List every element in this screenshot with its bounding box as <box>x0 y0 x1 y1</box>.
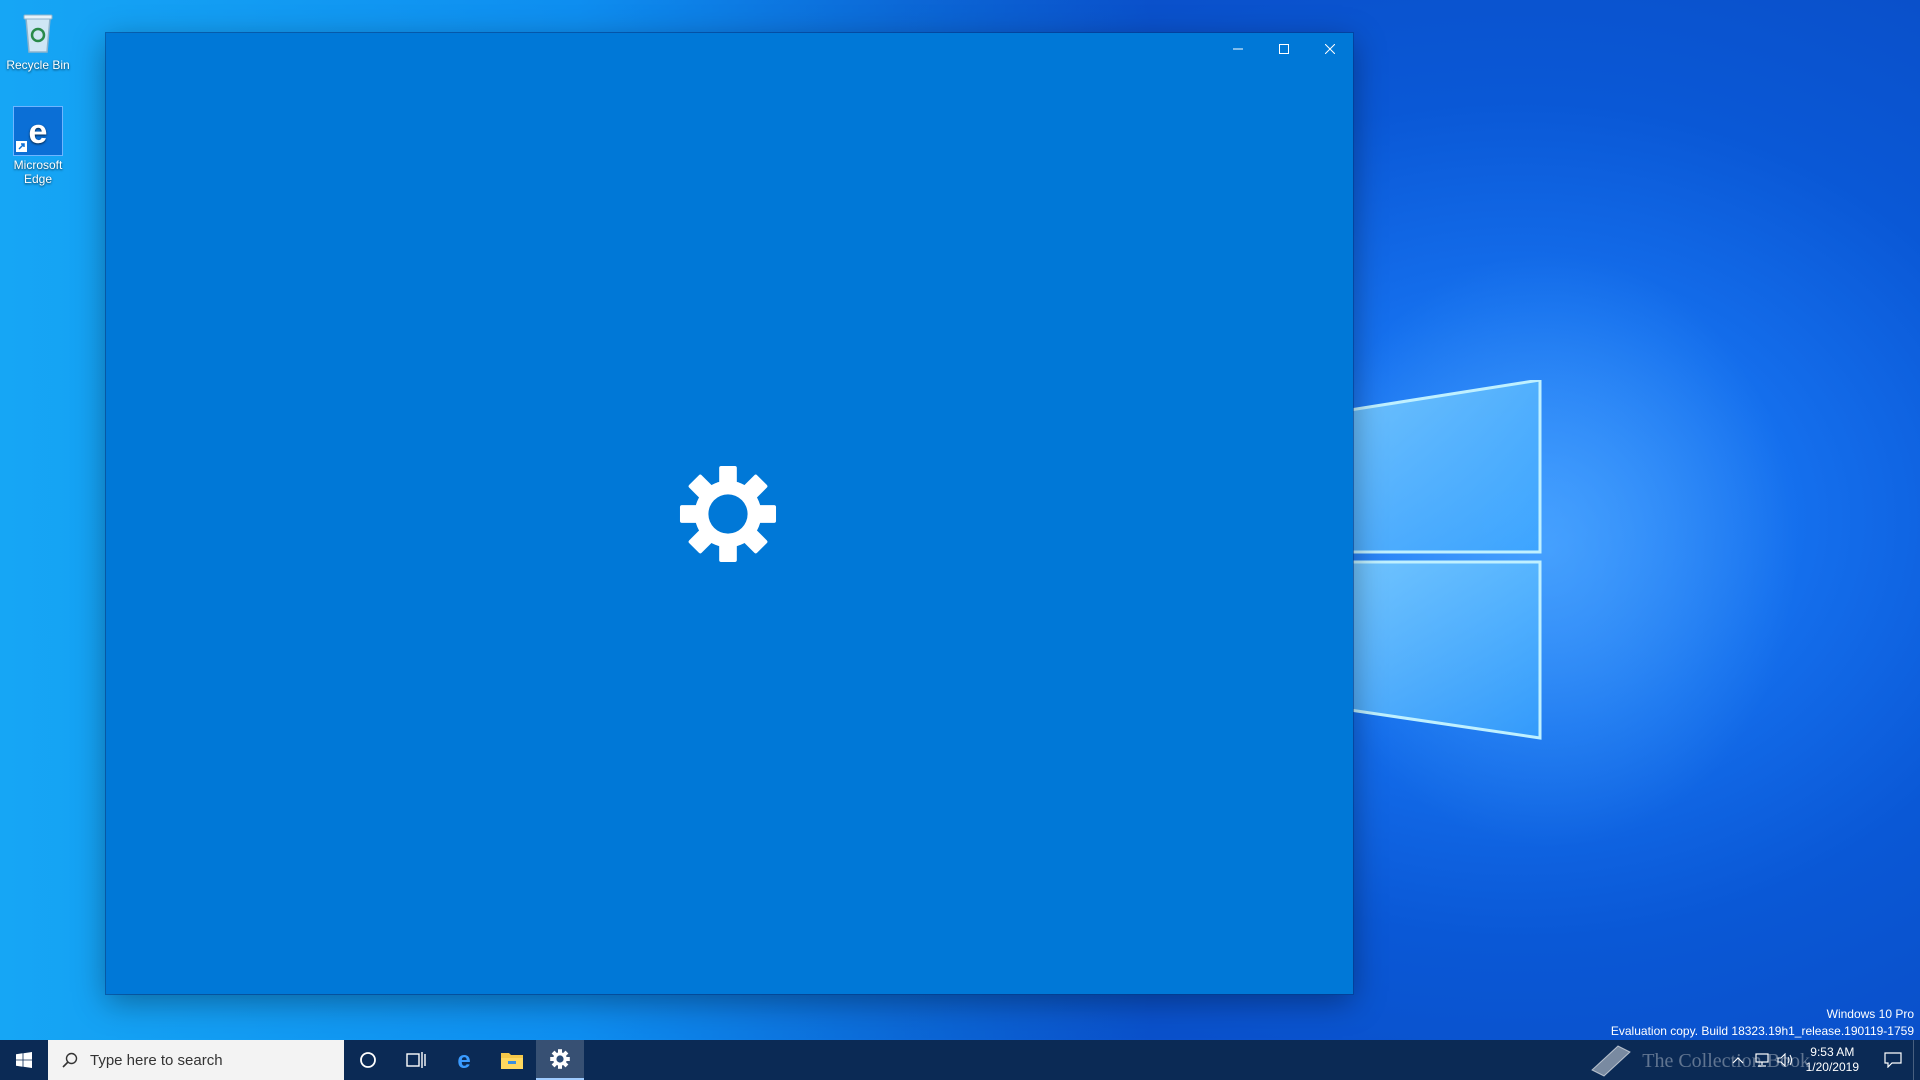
cortana-icon <box>360 1052 376 1068</box>
gear-icon <box>550 1049 570 1069</box>
taskbar-search-box[interactable]: Type here to search <box>48 1040 344 1080</box>
close-button[interactable] <box>1307 33 1353 65</box>
show-desktop-button[interactable] <box>1913 1040 1920 1080</box>
task-view-button[interactable] <box>392 1040 440 1080</box>
minimize-icon <box>1233 48 1243 50</box>
evaluation-watermark: Windows 10 Pro Evaluation copy. Build 18… <box>1611 1006 1914 1040</box>
task-view-icon <box>406 1052 426 1068</box>
taskbar-clock[interactable]: 9:53 AM 1/20/2019 <box>1806 1045 1859 1075</box>
folder-icon <box>501 1053 523 1069</box>
svg-text:e: e <box>457 1048 470 1072</box>
taskbar: Type here to search e 9:53 AM 1/20/2019 … <box>0 1040 1920 1080</box>
edge-icon: e <box>13 106 63 156</box>
recycle-bin-label: Recycle Bin <box>6 58 70 72</box>
maximize-icon <box>1279 44 1289 54</box>
minimize-button[interactable] <box>1215 33 1261 65</box>
maximize-button[interactable] <box>1261 33 1307 65</box>
desktop-icon-edge[interactable]: e Microsoft Edge <box>2 106 74 186</box>
gear-icon <box>679 465 777 563</box>
svg-text:e: e <box>29 113 48 151</box>
watermark-edition: Windows 10 Pro <box>1826 1007 1914 1021</box>
close-icon <box>1325 44 1335 54</box>
watermark-build: Evaluation copy. Build 18323.19h1_releas… <box>1610 1024 1914 1038</box>
file-explorer-button[interactable] <box>488 1040 536 1080</box>
clock-date: 1/20/2019 <box>1805 1060 1859 1074</box>
search-placeholder: Type here to search <box>90 1051 223 1069</box>
recycle-bin-icon <box>14 8 62 56</box>
start-button[interactable] <box>0 1040 48 1080</box>
settings-window[interactable] <box>106 33 1353 994</box>
book-icon <box>1591 1045 1632 1077</box>
clock-time: 9:53 AM <box>1810 1045 1855 1059</box>
action-center-button[interactable] <box>1873 1040 1913 1080</box>
desktop-icon-recycle-bin[interactable]: Recycle Bin <box>2 8 74 72</box>
cortana-button[interactable] <box>344 1040 392 1080</box>
search-icon <box>62 1052 78 1068</box>
windows-logo-wallpaper <box>1350 380 1542 740</box>
brand-overlay-text: The Collection Book <box>1642 1049 1810 1072</box>
brand-overlay: The Collection Book <box>1588 1044 1810 1078</box>
taskbar-edge-button[interactable]: e <box>440 1040 488 1080</box>
edge-icon: e <box>457 1048 470 1072</box>
notification-icon <box>1884 1052 1902 1068</box>
taskbar-settings-button[interactable] <box>536 1040 584 1080</box>
edge-label: Microsoft Edge <box>13 158 63 186</box>
windows-start-icon <box>16 1052 32 1068</box>
